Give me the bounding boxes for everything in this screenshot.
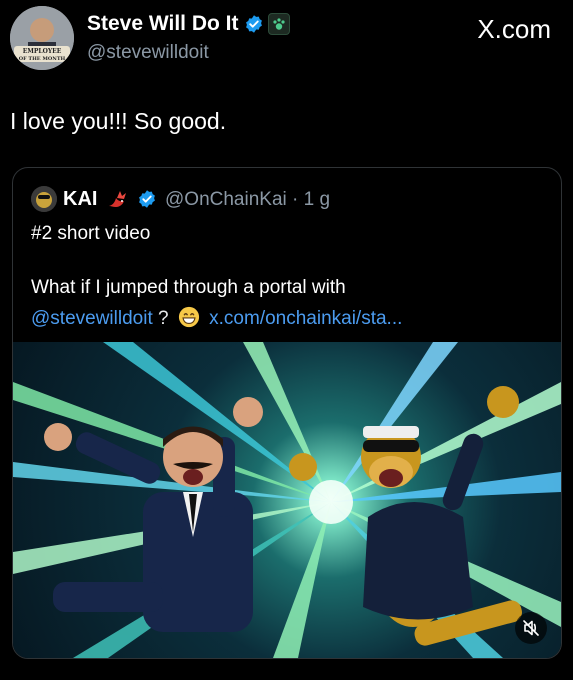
- man-figure: [44, 397, 263, 632]
- video-thumbnail[interactable]: [13, 342, 561, 658]
- quote-author-handle-time[interactable]: @OnChainKai · 1 g: [165, 189, 330, 211]
- quoted-tweet-card[interactable]: KAI @OnChainKai · 1 g #2 short video Wha…: [12, 167, 562, 659]
- xcom-logo: X.com: [477, 14, 551, 44]
- author-display-name[interactable]: Steve Will Do It: [87, 12, 239, 36]
- mute-button[interactable]: [515, 612, 547, 644]
- dragon-emoji-icon: [109, 191, 126, 207]
- quote-text-line1: #2 short video: [31, 223, 151, 244]
- author-avatar[interactable]: EMPLOYEE OF THE MONTH: [10, 6, 74, 70]
- verified-badge-icon: [246, 15, 262, 33]
- mention-link[interactable]: @stevewilldoit: [31, 308, 153, 329]
- tweet-text: I love you!!! So good.: [10, 108, 227, 134]
- grinning-emoji-icon: [178, 306, 199, 328]
- verified-badge-icon: [139, 190, 155, 208]
- avatar-badge-line1: EMPLOYEE: [23, 48, 62, 55]
- quote-text-line2: What if I jumped through a portal with: [31, 277, 346, 298]
- avatar-badge-line2: OF THE MONTH: [19, 56, 66, 62]
- muted-speaker-icon: [523, 620, 539, 636]
- quote-author-name[interactable]: KAI: [63, 188, 97, 211]
- author-handle[interactable]: @stevewilldoit: [87, 42, 209, 64]
- quote-author-avatar[interactable]: [31, 186, 57, 212]
- quote-text-line3: @stevewilldoit ? x.com/onchainkai/sta...: [31, 306, 402, 330]
- url-link[interactable]: x.com/onchainkai/sta...: [209, 308, 402, 329]
- affiliate-paw-icon[interactable]: [268, 13, 290, 35]
- after-mention-text: ?: [152, 308, 169, 329]
